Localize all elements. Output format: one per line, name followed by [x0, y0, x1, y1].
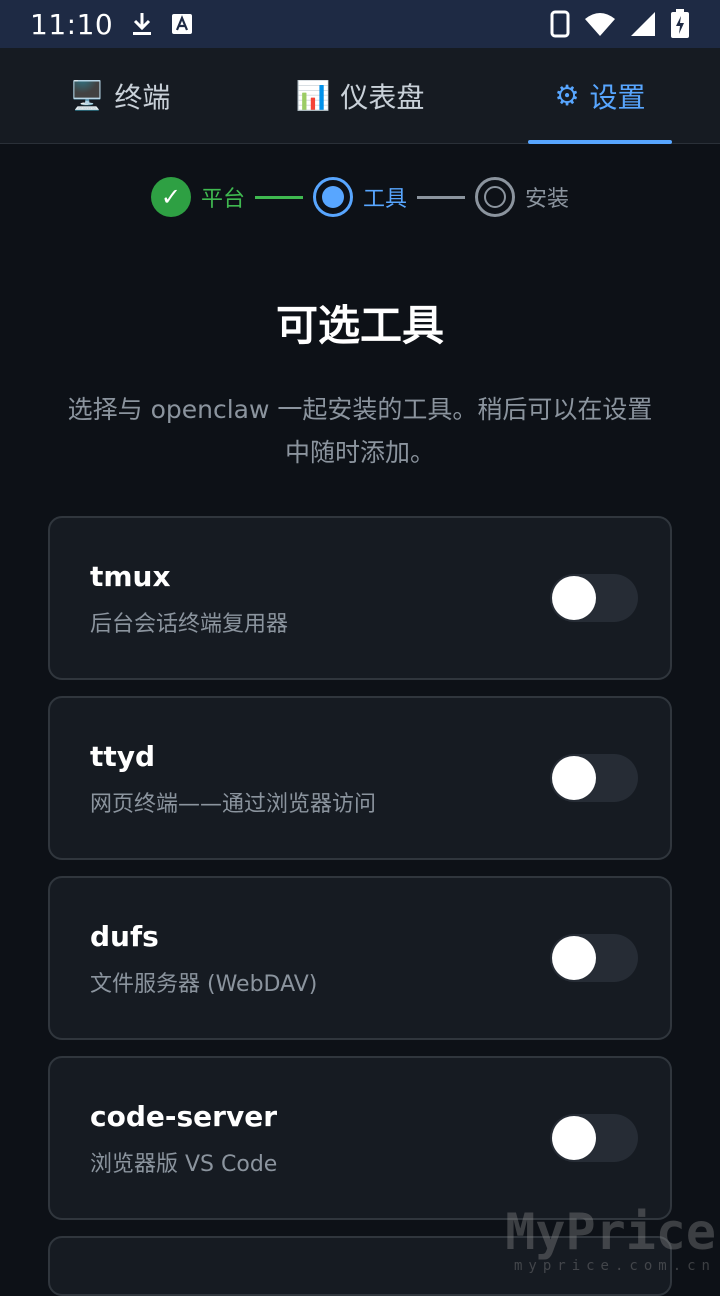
tool-name: tmux	[90, 560, 171, 593]
tool-name: ttyd	[90, 740, 155, 773]
toggle-knob	[552, 756, 596, 800]
tool-card-code-server[interactable]: code-server 浏览器版 VS Code	[48, 1056, 672, 1220]
tab-settings-label: 设置	[590, 76, 646, 116]
toggle-knob	[552, 576, 596, 620]
step-tools: 工具	[313, 177, 407, 217]
toggle-knob	[552, 1116, 596, 1160]
text-a-icon	[171, 13, 193, 35]
watermark-logo: MyPrice	[505, 1206, 716, 1258]
bar-chart-icon: 📊	[296, 79, 331, 112]
tool-name: code-server	[90, 1100, 277, 1133]
page-subtitle: 选择与 openclaw 一起安装的工具。稍后可以在设置中随时添加。	[60, 388, 660, 474]
watermark-domain: myprice.com.cn	[505, 1258, 716, 1274]
tab-terminal-label: 终端	[114, 76, 170, 116]
watermark: MyPrice myprice.com.cn	[505, 1206, 716, 1274]
tab-terminal[interactable]: 🖥️ 终端	[0, 48, 240, 143]
current-step-icon	[313, 177, 353, 217]
gear-icon: ⚙	[554, 79, 579, 112]
tool-name: dufs	[90, 920, 159, 953]
tool-card-tmux[interactable]: tmux 后台会话终端复用器	[48, 516, 672, 680]
tab-dashboard[interactable]: 📊 仪表盘	[240, 48, 480, 143]
status-time: 11:10	[30, 8, 113, 41]
step-platform-label: 平台	[201, 181, 245, 213]
tool-card-dufs[interactable]: dufs 文件服务器 (WebDAV)	[48, 876, 672, 1040]
battery-charging-icon	[670, 9, 690, 39]
toggle-knob	[552, 936, 596, 980]
download-icon	[131, 11, 153, 37]
phone-icon	[550, 10, 570, 38]
monitor-icon: 🖥️	[70, 79, 105, 112]
pending-step-icon	[475, 177, 515, 217]
step-install: 安装	[475, 177, 569, 217]
step-connector	[255, 196, 303, 199]
tmux-toggle[interactable]	[550, 574, 638, 622]
tool-description: 浏览器版 VS Code	[90, 1146, 277, 1178]
step-platform: ✓ 平台	[151, 177, 245, 217]
wifi-icon	[584, 11, 616, 37]
code-server-toggle[interactable]	[550, 1114, 638, 1162]
ttyd-toggle[interactable]	[550, 754, 638, 802]
tab-settings[interactable]: ⚙ 设置	[480, 48, 720, 143]
status-bar: 11:10	[0, 0, 720, 48]
tool-description: 文件服务器 (WebDAV)	[90, 966, 317, 998]
tool-description: 后台会话终端复用器	[90, 606, 288, 638]
tab-bar: 🖥️ 终端 📊 仪表盘 ⚙ 设置	[0, 48, 720, 144]
tool-description: 网页终端——通过浏览器访问	[90, 786, 376, 818]
step-tools-label: 工具	[363, 181, 407, 213]
check-icon: ✓	[151, 177, 191, 217]
dufs-toggle[interactable]	[550, 934, 638, 982]
tab-dashboard-label: 仪表盘	[340, 76, 424, 116]
step-connector	[417, 196, 465, 199]
page-title: 可选工具	[0, 292, 720, 353]
step-install-label: 安装	[525, 181, 569, 213]
tool-card-ttyd[interactable]: ttyd 网页终端——通过浏览器访问	[48, 696, 672, 860]
signal-icon	[630, 11, 656, 37]
setup-stepper: ✓ 平台 工具 安装	[0, 174, 720, 220]
